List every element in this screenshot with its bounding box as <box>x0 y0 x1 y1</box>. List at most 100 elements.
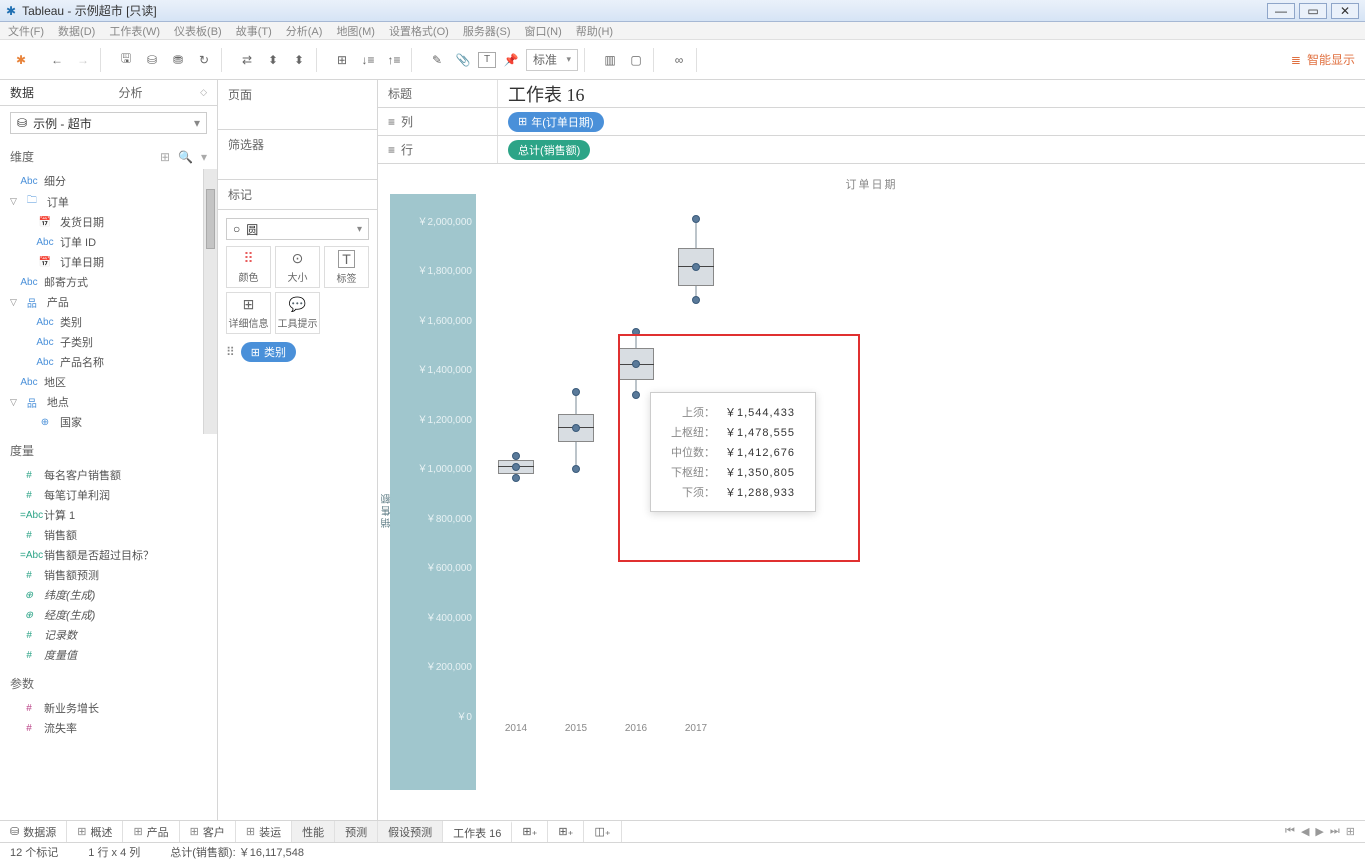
menu-window[interactable]: 窗口(N) <box>525 23 562 39</box>
maximize-button[interactable]: ▭ <box>1299 3 1327 19</box>
y-tick: ￥1,400,000 <box>396 361 472 376</box>
dimension-field[interactable]: Abc产品名称 <box>0 352 203 372</box>
measure-field[interactable]: ⊕经度(生成) <box>0 605 217 625</box>
color-icon: ⠿ <box>243 250 253 267</box>
nav-first-icon[interactable]: ⏮ <box>1285 825 1295 838</box>
share-icon[interactable]: ∞ <box>668 49 690 71</box>
swap-icon[interactable]: ⇄ <box>236 49 258 71</box>
refresh-icon[interactable]: ↻ <box>193 49 215 71</box>
dimension-field[interactable]: Abc类别 <box>0 312 203 332</box>
columns-pill[interactable]: ⊞年(订单日期) <box>508 112 604 132</box>
save-icon[interactable]: 🖫 <box>115 49 137 71</box>
filmstrip-icon[interactable]: ⊞ <box>1346 825 1355 838</box>
filters-shelf[interactable]: 筛选器 <box>218 130 377 180</box>
measure-field[interactable]: #每笔订单利润 <box>0 485 217 505</box>
dimension-field[interactable]: ▽品产品 <box>0 292 203 312</box>
tab-analysis[interactable]: 分析◇ <box>109 80 218 105</box>
dimension-field[interactable]: Abc子类别 <box>0 332 203 352</box>
menubar: 文件(F) 数据(D) 工作表(W) 仪表板(B) 故事(T) 分析(A) 地图… <box>0 22 1365 40</box>
measure-field[interactable]: #度量值 <box>0 645 217 665</box>
nav-next-icon[interactable]: ▶ <box>1315 825 1323 838</box>
measure-field[interactable]: #记录数 <box>0 625 217 645</box>
database-icon: ⛁ <box>17 116 27 130</box>
sort-asc-icon[interactable]: ⬍ <box>262 49 284 71</box>
menu-map[interactable]: 地图(M) <box>336 23 375 39</box>
dimension-field[interactable]: Abc细分 <box>0 171 203 191</box>
dimension-field[interactable]: Abc邮寄方式 <box>0 272 203 292</box>
y-axis-label: 销售额 <box>380 492 395 528</box>
dimensions-list: Abc细分▽🗀订单📅发货日期Abc订单 ID📅订单日期Abc邮寄方式▽品产品Ab… <box>0 169 203 434</box>
menu-worksheet[interactable]: 工作表(W) <box>109 23 160 39</box>
dimension-field[interactable]: Abc订单 ID <box>0 232 203 252</box>
measure-field[interactable]: =Abc计算 1 <box>0 505 217 525</box>
measure-field[interactable]: #销售额 <box>0 525 217 545</box>
logo-icon[interactable]: ✱ <box>10 49 32 71</box>
marks-tooltip[interactable]: 💬工具提示 <box>275 292 320 334</box>
param-field[interactable]: #流失率 <box>0 718 217 738</box>
measure-field[interactable]: #每名客户销售额 <box>0 465 217 485</box>
dimension-field[interactable]: 📅订单日期 <box>0 252 203 272</box>
tab-data[interactable]: 数据 <box>0 80 109 105</box>
params-list: #新业务增长#流失率 <box>0 696 217 820</box>
sheet-title[interactable]: 工作表 16 <box>498 81 595 107</box>
measure-field[interactable]: ⊕纬度(生成) <box>0 585 217 605</box>
view-pane: 标题 工作表 16 ≡列 ⊞年(订单日期) ≡行 总计(销售额) 订单日期 销售… <box>378 80 1365 820</box>
sort1-icon[interactable]: ↓≡ <box>357 49 379 71</box>
scrollbar[interactable] <box>203 169 217 434</box>
close-button[interactable]: ✕ <box>1331 3 1359 19</box>
y-tick: ￥800,000 <box>396 510 472 525</box>
menu-help[interactable]: 帮助(H) <box>576 23 613 39</box>
group-icon[interactable]: ⊞ <box>331 49 353 71</box>
tooltip: 上须：￥1,544,433上枢纽：￥1,478,555中位数：￥1,412,67… <box>650 392 816 512</box>
rows-pill[interactable]: 总计(销售额) <box>508 140 590 160</box>
menu-server[interactable]: 服务器(S) <box>463 23 511 39</box>
show-cards-icon[interactable]: ▥ <box>599 49 621 71</box>
label-icon[interactable]: T <box>478 52 496 68</box>
dimension-field[interactable]: Abc地区 <box>0 372 203 392</box>
menu-story[interactable]: 故事(T) <box>236 23 272 39</box>
y-tick: ￥600,000 <box>396 559 472 574</box>
menu-analysis[interactable]: 分析(A) <box>286 23 323 39</box>
attach-icon[interactable]: 📎 <box>452 49 474 71</box>
view-icon[interactable]: ⊞ <box>160 150 170 164</box>
fit-select[interactable]: 标准 <box>526 49 578 71</box>
dimension-field[interactable]: ▽🗀订单 <box>0 191 203 212</box>
pin-icon[interactable]: 📌 <box>500 49 522 71</box>
dimension-field[interactable]: 📅发货日期 <box>0 212 203 232</box>
nav-last-icon[interactable]: ⏭ <box>1330 825 1340 838</box>
menu-icon[interactable]: ▾ <box>201 150 207 164</box>
menu-format[interactable]: 设置格式(O) <box>389 23 449 39</box>
highlight-icon[interactable]: ✎ <box>426 49 448 71</box>
search-icon[interactable]: 🔍 <box>178 150 193 164</box>
param-field[interactable]: #新业务增长 <box>0 698 217 718</box>
minimize-button[interactable]: — <box>1267 3 1295 19</box>
menu-dashboard[interactable]: 仪表板(B) <box>174 23 222 39</box>
y-tick: ￥0 <box>396 708 472 723</box>
new-sheet-icon[interactable]: ⛃ <box>167 49 189 71</box>
measure-field[interactable]: #销售额预测 <box>0 565 217 585</box>
sort2-icon[interactable]: ↑≡ <box>383 49 405 71</box>
marks-label[interactable]: T标签 <box>324 246 369 288</box>
nav-prev-icon[interactable]: ◀ <box>1301 825 1309 838</box>
marks-detail[interactable]: ⊞详细信息 <box>226 292 271 334</box>
dimension-field[interactable]: ⊕国家 <box>0 412 203 432</box>
dimension-field[interactable]: ▽品地点 <box>0 392 203 412</box>
menu-data[interactable]: 数据(D) <box>58 23 95 39</box>
mark-type-select[interactable]: ○圆 <box>226 218 369 240</box>
titlebar: ✱ Tableau - 示例超市 [只读] — ▭ ✕ <box>0 0 1365 22</box>
show-me-button[interactable]: ≣ 智能显示 <box>1291 51 1355 68</box>
marks-color[interactable]: ⠿颜色 <box>226 246 271 288</box>
presentation-icon[interactable]: ▢ <box>625 49 647 71</box>
measure-field[interactable]: =Abc销售额是否超过目标？ <box>0 545 217 565</box>
plus-icon: ⊞ <box>251 346 260 359</box>
menu-file[interactable]: 文件(F) <box>8 23 44 39</box>
detail-icon: ⊞ <box>243 296 255 313</box>
new-data-icon[interactable]: ⛁ <box>141 49 163 71</box>
forward-icon[interactable]: → <box>72 49 94 71</box>
back-icon[interactable]: ← <box>46 49 68 71</box>
sort-desc-icon[interactable]: ⬍ <box>288 49 310 71</box>
pages-shelf[interactable]: 页面 <box>218 80 377 130</box>
datasource-select[interactable]: ⛁ 示例 - 超市 <box>10 112 207 134</box>
marks-size[interactable]: ⊙大小 <box>275 246 320 288</box>
mark-pill-category[interactable]: ⊞ 类别 <box>241 342 296 362</box>
